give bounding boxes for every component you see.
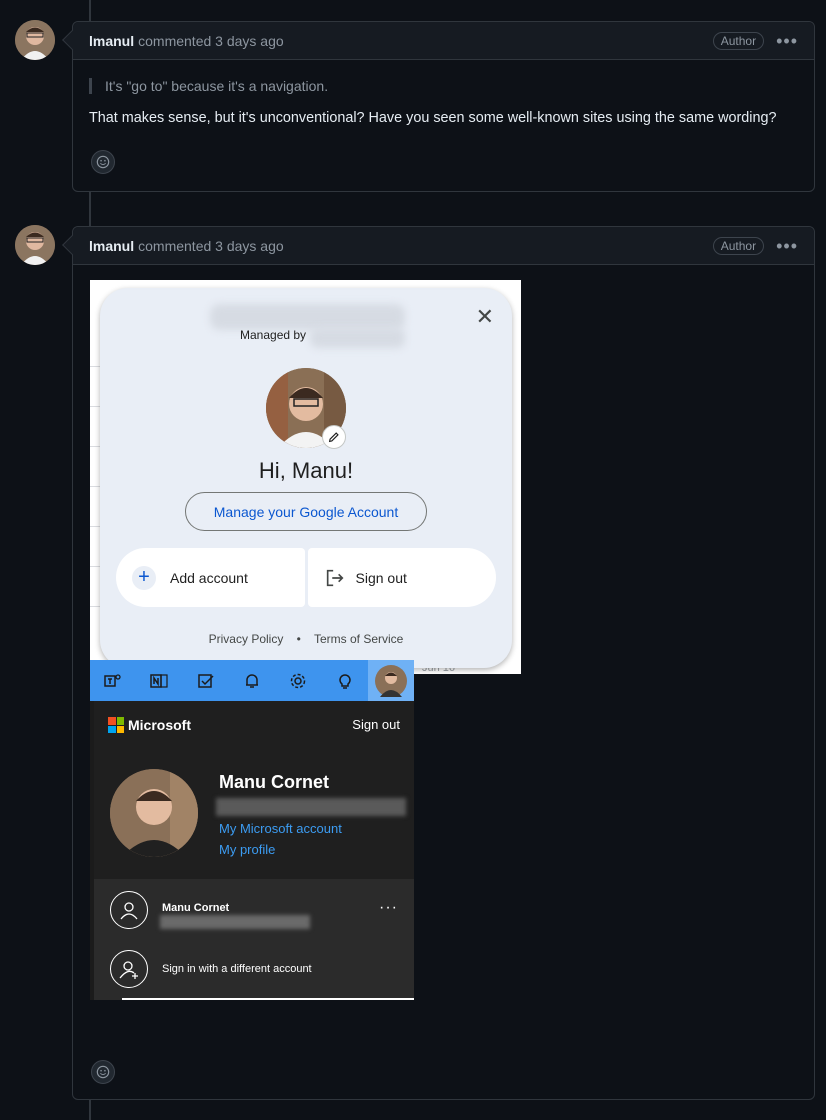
lightbulb-icon[interactable] [321,660,367,701]
sign-out-icon [326,569,344,586]
bell-icon[interactable] [229,660,275,701]
add-account-button[interactable]: + Add account [116,548,305,607]
microsoft-brand: Microsoft [128,717,191,733]
teams-icon[interactable] [90,660,136,701]
account-actions: + Add account Sign out [116,548,496,607]
greeting: Hi, Manu! [258,458,354,483]
plus-icon: + [132,565,156,590]
microsoft-account-screenshot[interactable]: Microsoft Sign out Manu Cornet My Micros… [90,660,414,1000]
comment-body: That makes sense, but it's unconventiona… [89,110,777,126]
timeline-line [89,0,91,22]
todo-icon[interactable] [183,660,229,701]
footer-separator: • [296,632,301,646]
comment-header: lmanul commented 3 days ago Author ••• [62,22,814,60]
more-options-icon[interactable]: ••• [776,32,798,50]
ms-user-name: Manu Cornet [219,772,329,792]
google-account-card: Managed by ✕ Hi, Manu! Manage your Googl… [100,288,512,668]
timeline-line [89,1100,91,1120]
more-options-icon[interactable]: ••• [776,237,798,255]
google-account-screenshot[interactable]: Jun 16 Managed by ✕ Hi, Manu! Manage you… [90,280,521,674]
add-person-icon [110,950,148,988]
more-options-icon[interactable]: ··· [379,899,398,917]
add-account-label: Add account [170,569,248,586]
comment-arrow [62,30,82,50]
sign-out-button[interactable]: Sign out [307,548,496,607]
comment: lmanul commented 3 days ago Author ••• J… [62,226,815,1100]
privacy-policy-link[interactable]: Privacy Policy [209,632,284,646]
person-icon [110,891,148,929]
ms-account-list: Manu Cornet ··· Sign in with a different… [94,879,414,1000]
avatar[interactable] [15,20,55,60]
terms-of-service-link[interactable]: Terms of Service [314,632,403,646]
close-icon[interactable]: ✕ [476,306,494,328]
redacted-email [160,915,310,929]
smiley-icon [96,155,110,169]
comment-header: lmanul commented 3 days ago Author ••• [62,227,814,265]
manage-account-button[interactable]: Manage your Google Account [185,492,427,531]
redacted-domain [310,328,405,348]
microsoft-squares-icon [108,717,124,733]
sign-in-different-account-link[interactable]: Sign in with a different account [162,963,312,975]
timeline-line [89,192,91,226]
onenote-icon[interactable] [136,660,182,701]
ms-toolbar [90,660,414,701]
redacted-email [216,798,406,816]
author-link[interactable]: lmanul [89,238,134,254]
add-reaction-button[interactable] [91,1060,115,1084]
managed-by-label: Managed by [240,328,307,342]
ms-avatar-button[interactable] [367,660,414,701]
author-badge: Author [712,236,765,255]
avatar[interactable] [15,225,55,265]
comment-arrow [62,235,82,255]
my-microsoft-account-link[interactable]: My Microsoft account [219,821,342,836]
comment-timestamp[interactable]: commented 3 days ago [138,33,284,49]
gear-icon[interactable] [275,660,321,701]
edit-photo-button[interactable] [322,425,346,449]
blockquote: It's "go to" because it's a navigation. [89,78,798,94]
redacted-email [210,304,405,330]
pencil-icon [328,432,339,443]
add-reaction-button[interactable] [91,150,115,174]
comment: lmanul commented 3 days ago Author ••• I… [62,21,815,192]
smiley-icon [96,1065,110,1079]
ms-sign-out-link[interactable]: Sign out [352,717,400,732]
card-footer: Privacy Policy • Terms of Service [100,632,512,646]
microsoft-logo: Microsoft [108,717,191,733]
ms-account-name[interactable]: Manu Cornet [162,902,229,914]
comment-timestamp[interactable]: commented 3 days ago [138,238,284,254]
sign-out-label: Sign out [355,569,407,586]
author-link[interactable]: lmanul [89,33,134,49]
focus-underline [122,998,414,1000]
author-badge: Author [712,31,765,50]
ms-account-header: Microsoft Sign out Manu Cornet My Micros… [94,701,414,879]
my-profile-link[interactable]: My profile [219,842,275,857]
ms-profile-photo [110,769,198,857]
